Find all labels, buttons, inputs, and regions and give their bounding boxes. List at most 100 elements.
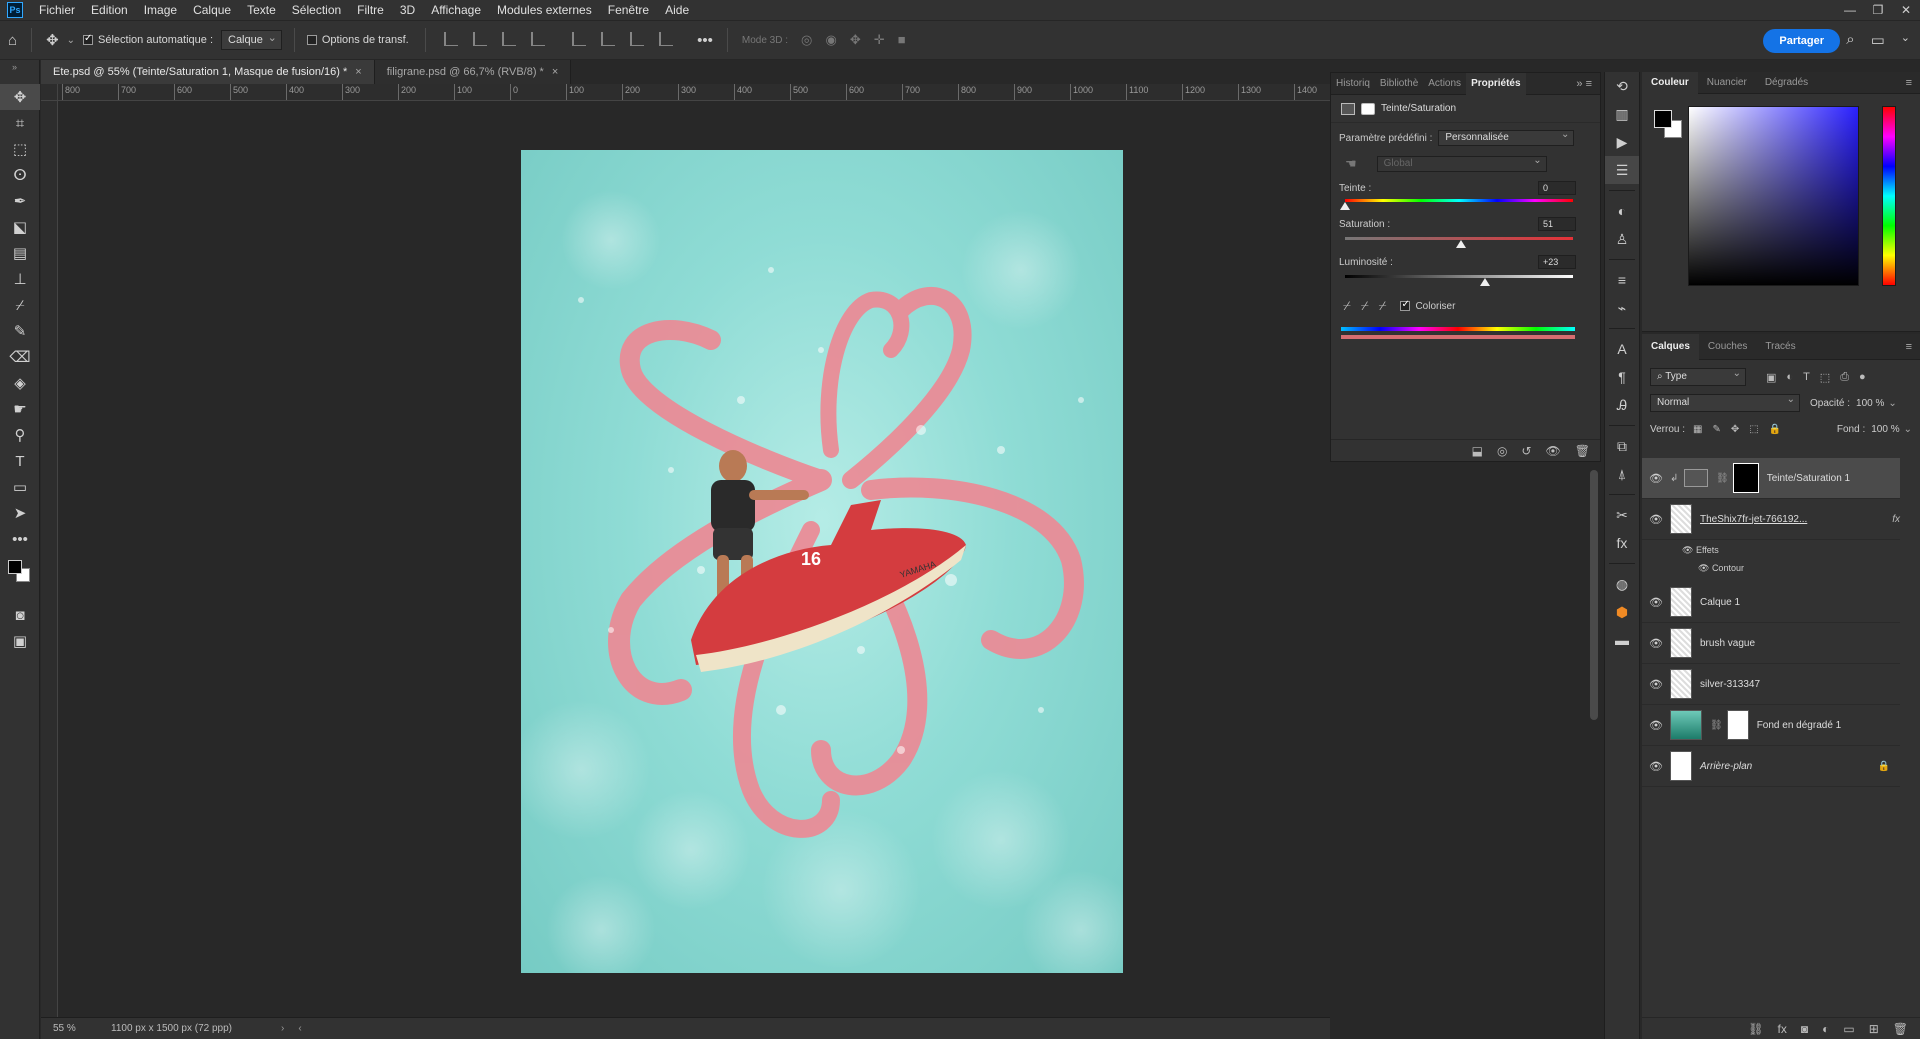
clip-to-layer-icon[interactable]: ⬓ (1472, 444, 1483, 458)
visibility-icon[interactable]: 👁 (1642, 719, 1670, 732)
distribute-icon[interactable] (530, 31, 545, 46)
contour-row[interactable]: 👁 Contour (1698, 563, 1744, 574)
trash-icon[interactable]: 🗑 (1575, 444, 1590, 458)
chevron-left-icon[interactable]: ‹ (298, 1023, 301, 1034)
stamp-tool-icon[interactable]: ⊥ (0, 266, 40, 292)
pen-tool-icon[interactable]: ✒ (0, 188, 40, 214)
type-tool-icon[interactable]: T (0, 448, 40, 474)
3d-slide-icon[interactable]: ✛ (874, 32, 885, 47)
tab-actions[interactable]: Actions (1423, 73, 1466, 95)
home-icon[interactable]: ⌂ (8, 32, 17, 49)
menu-fichier[interactable]: Fichier (31, 0, 83, 20)
styles-icon[interactable]: ♙ (1605, 225, 1639, 253)
brush-tool-icon[interactable]: ✎ (0, 318, 40, 344)
fill-value[interactable]: 100 % (1871, 424, 1899, 435)
lightness-slider-thumb[interactable] (1480, 278, 1491, 286)
hue-input[interactable]: 0 (1538, 181, 1576, 195)
share-button[interactable]: Partager (1763, 29, 1840, 53)
filter-type-icon[interactable]: T (1803, 371, 1810, 384)
menu-fenetre[interactable]: Fenêtre (600, 0, 657, 20)
menu-modules-externes[interactable]: Modules externes (489, 0, 600, 20)
visibility-icon[interactable]: 👁 (1642, 678, 1670, 691)
link-icon[interactable]: ⛓ (1716, 473, 1729, 484)
lock-icon[interactable]: 🔒 (1878, 761, 1890, 772)
hue-slider-thumb[interactable] (1340, 202, 1350, 210)
3d-pan-icon[interactable]: ✥ (850, 32, 861, 47)
rectangle-tool-icon[interactable]: ▭ (0, 474, 40, 500)
close-icon[interactable]: × (552, 66, 558, 78)
transform-options-checkbox[interactable] (306, 35, 317, 45)
add-style-icon[interactable]: fx (1778, 1022, 1787, 1036)
align-left-icon[interactable] (443, 31, 458, 46)
panel-menu-icon[interactable]: ≡ (1906, 77, 1920, 89)
colorize-checkbox[interactable] (1400, 299, 1411, 311)
zoom-level[interactable]: 55 % (41, 1023, 91, 1034)
fx-icon[interactable]: fx (1605, 529, 1639, 557)
menu-image[interactable]: Image (136, 0, 185, 20)
paragraph-icon[interactable]: ¶ (1605, 363, 1639, 391)
blend-mode-dropdown[interactable]: Normal (1650, 392, 1800, 412)
tab-couleur[interactable]: Couleur (1642, 71, 1698, 94)
menu-affichage[interactable]: Affichage (423, 0, 489, 20)
menu-calque[interactable]: Calque (185, 0, 239, 20)
screen-mode-icon[interactable]: ▣ (0, 628, 40, 654)
lasso-tool-icon[interactable]: ⵙ (0, 162, 40, 188)
libraries-icon[interactable]: ▥ (1605, 100, 1639, 128)
actions-icon[interactable]: ▶ (1605, 128, 1639, 156)
link-layers-icon[interactable]: ⛓ (1748, 1022, 1763, 1036)
layer-fond-degrade[interactable]: 👁 ⛓ Fond en dégradé 1 (1642, 705, 1900, 746)
layer-brush-vague[interactable]: 👁 brush vague (1642, 623, 1900, 664)
mask-thumbnail[interactable] (1732, 463, 1759, 493)
auto-select-dropdown[interactable]: Calque (221, 29, 282, 50)
canvas-area[interactable]: 16 YAMAHA (58, 101, 1330, 1017)
restore-icon[interactable]: ❐ (1864, 0, 1892, 20)
visibility-icon[interactable]: 👁 (1698, 563, 1712, 573)
filter-smart-icon[interactable]: ⎙ (1840, 371, 1849, 384)
ruler-tool-icon[interactable]: ▤ (0, 240, 40, 266)
align-center-icon[interactable] (472, 31, 487, 46)
menu-aide[interactable]: Aide (657, 0, 697, 20)
lock-transparency-icon[interactable]: ▦ (1693, 424, 1702, 435)
character-icon[interactable]: A (1605, 335, 1639, 363)
lightness-input[interactable]: +23 (1538, 255, 1576, 269)
mask-thumbnail[interactable] (1726, 710, 1749, 740)
chevron-down-icon[interactable]: ⌄ (1888, 398, 1896, 409)
3d-roll-icon[interactable]: ◉ (825, 32, 836, 47)
lock-artboard-icon[interactable]: ⬚ (1749, 424, 1758, 435)
tab-couches[interactable]: Couches (1699, 334, 1756, 360)
tab-nuancier[interactable]: Nuancier (1698, 72, 1756, 94)
lock-position-icon[interactable]: ✥ (1731, 424, 1739, 435)
range-dropdown[interactable]: Global (1376, 154, 1547, 172)
properties-icon[interactable]: ☰ (1605, 156, 1639, 184)
adjustments-icon[interactable]: ◐ (1605, 197, 1639, 225)
new-group-icon[interactable]: ▭ (1843, 1022, 1854, 1036)
mask-icon[interactable] (1361, 102, 1375, 115)
quick-mask-icon[interactable]: ◙ (0, 602, 40, 628)
vertical-scrollbar[interactable] (1590, 470, 1598, 720)
tab-degrades[interactable]: Dégradés (1756, 72, 1817, 94)
layer-arriere-plan[interactable]: 👁 Arrière-plan 🔒 (1642, 746, 1900, 787)
panel-menu-icon[interactable]: ≡ (1906, 341, 1920, 353)
reset-icon[interactable]: ↺ (1521, 444, 1531, 458)
tab-traces[interactable]: Tracés (1756, 334, 1804, 360)
menu-filtre[interactable]: Filtre (349, 0, 392, 20)
timeline-icon[interactable]: ▬ (1605, 626, 1639, 654)
align-right-icon[interactable] (501, 31, 516, 46)
add-mask-icon[interactable]: ◙ (1801, 1022, 1808, 1036)
lock-pixels-icon[interactable]: ✎ (1712, 424, 1720, 435)
3d-icon[interactable]: ◍ (1605, 570, 1639, 598)
filter-shape-icon[interactable]: ⬚ (1820, 371, 1830, 384)
menu-texte[interactable]: Texte (239, 0, 284, 20)
visibility-icon[interactable]: 👁 (1642, 596, 1670, 609)
effects-row[interactable]: 👁 Effets (1682, 545, 1719, 556)
foreground-swatch[interactable] (8, 560, 22, 574)
opacity-value[interactable]: 100 % (1856, 398, 1884, 409)
plugin-icon[interactable]: ⬢ (1605, 598, 1639, 626)
menu-edition[interactable]: Edition (83, 0, 136, 20)
chevron-down-icon[interactable]: ⌄ (67, 35, 75, 46)
eyedropper-tool-icon[interactable]: ⌿ (0, 292, 40, 318)
layer-filter-dropdown[interactable]: ⌕ Type (1650, 366, 1746, 386)
minimize-icon[interactable]: — (1836, 0, 1864, 20)
distribute-vertical-icon[interactable] (659, 31, 674, 46)
clone-source-icon[interactable]: ⧉ (1605, 432, 1639, 460)
